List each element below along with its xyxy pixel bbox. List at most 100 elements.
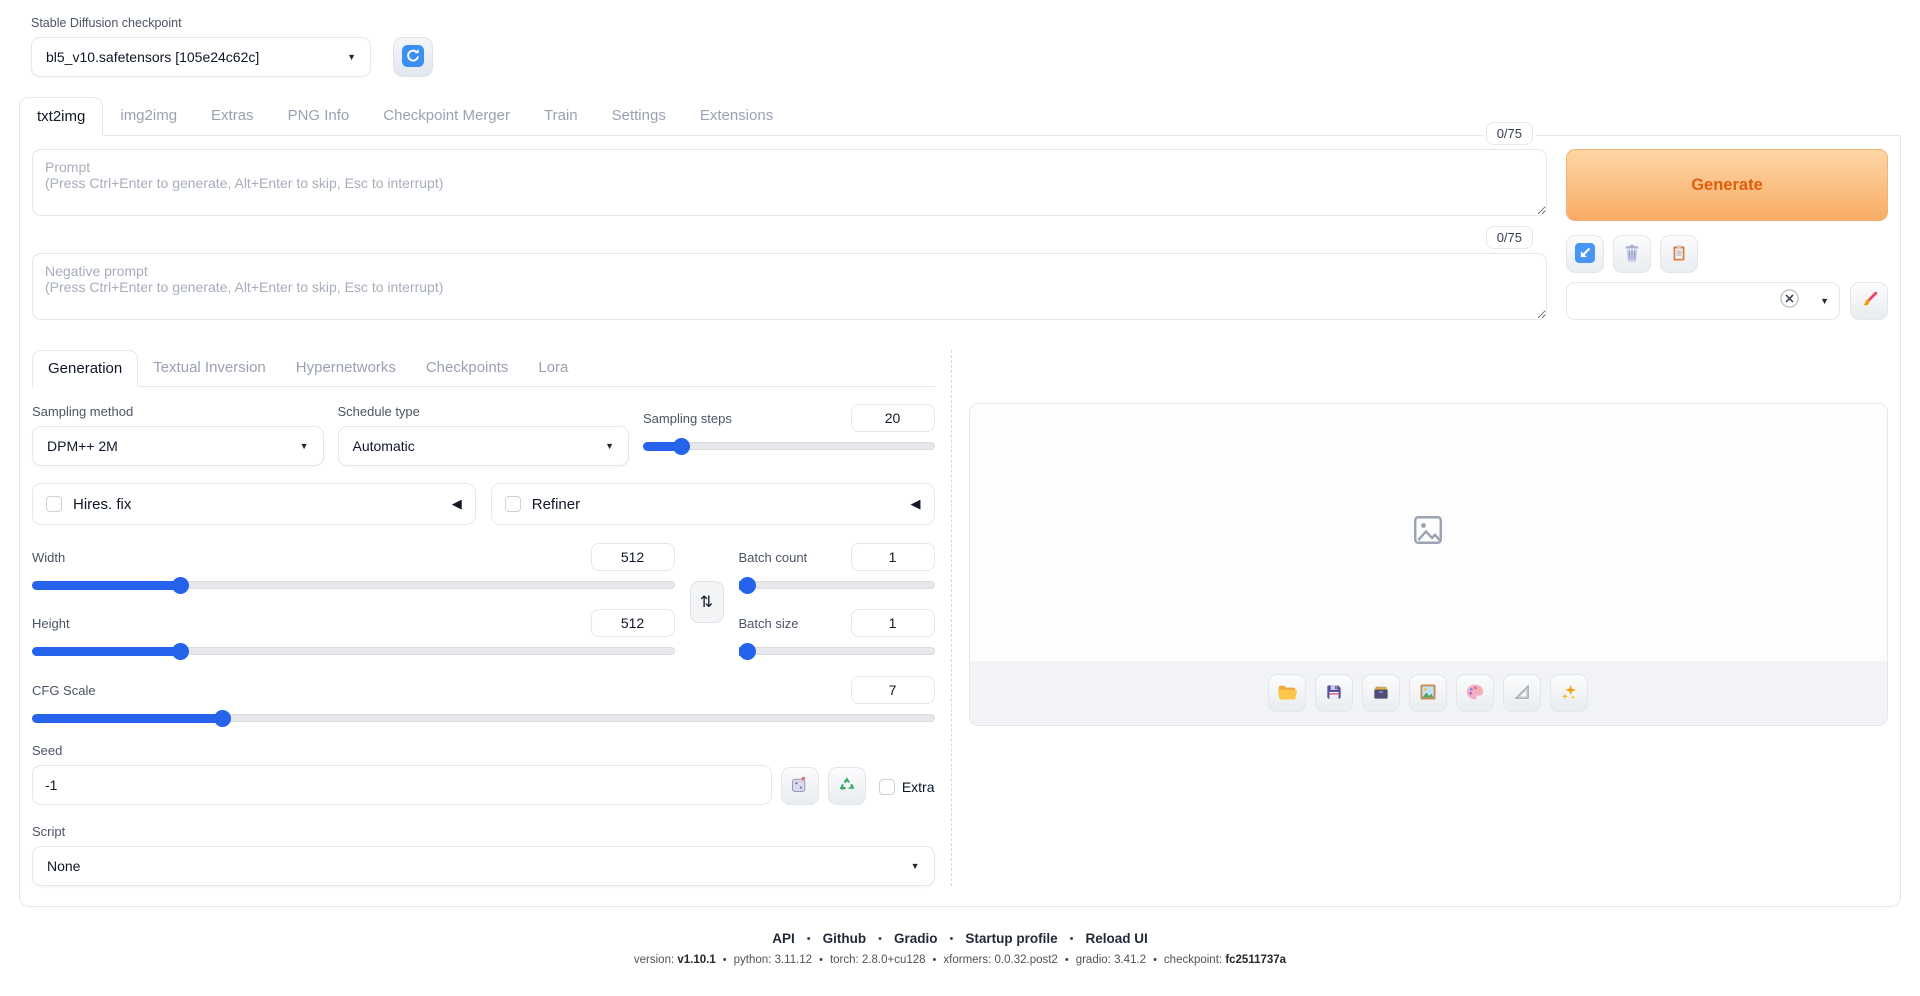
palette-icon <box>1464 681 1486 706</box>
height-input[interactable] <box>591 609 675 637</box>
batch-count-label: Batch count <box>739 550 808 565</box>
upscale-button[interactable] <box>1550 674 1588 712</box>
hires-fix-checkbox[interactable] <box>46 496 62 512</box>
generate-button[interactable]: Generate <box>1566 149 1888 221</box>
refresh-icon <box>402 45 424 70</box>
tab-extras[interactable]: Extras <box>194 97 271 135</box>
tab-train[interactable]: Train <box>527 97 595 135</box>
apply-styles-button[interactable] <box>1660 235 1698 273</box>
cfg-scale-field: CFG Scale <box>32 676 935 727</box>
footer-link-api[interactable]: API <box>772 931 795 946</box>
clipboard-icon <box>1669 243 1689 266</box>
subtab-hypernetworks[interactable]: Hypernetworks <box>281 350 411 386</box>
tab-img2img[interactable]: img2img <box>103 97 194 135</box>
script-value: None <box>47 858 80 874</box>
result-panel <box>969 403 1889 726</box>
paste-params-button[interactable] <box>1566 235 1604 273</box>
reuse-seed-button[interactable] <box>828 767 866 805</box>
swap-dimensions-button[interactable]: ⇅ <box>690 581 724 623</box>
hires-fix-accordion[interactable]: Hires. fix ◀ <box>32 483 476 525</box>
height-slider[interactable] <box>32 643 675 660</box>
extra-seed-toggle[interactable]: Extra <box>879 779 935 795</box>
checkpoint-dropdown[interactable]: bl5_v10.safetensors [105e24c62c] ▼ <box>31 37 371 77</box>
accordion-arrow-icon: ◀ <box>452 496 462 512</box>
recycle-icon <box>837 775 857 798</box>
clear-prompt-button[interactable] <box>1613 235 1651 273</box>
schedule-type-field: Schedule type Automatic ▼ <box>338 404 630 466</box>
send-to-inpaint-button[interactable] <box>1456 674 1494 712</box>
width-input[interactable] <box>591 543 675 571</box>
arrow-down-left-icon <box>1575 243 1595 266</box>
batch-size-slider[interactable] <box>739 643 935 660</box>
dice-icon <box>789 774 810 798</box>
prompt-token-counter: 0/75 <box>1486 122 1533 145</box>
floppy-disk-icon <box>1324 682 1344 705</box>
tab-png-info[interactable]: PNG Info <box>271 97 367 135</box>
sampling-method-field: Sampling method DPM++ 2M ▼ <box>32 404 324 466</box>
batch-size-input[interactable] <box>851 609 935 637</box>
tab-extensions[interactable]: Extensions <box>683 97 790 135</box>
tab-txt2img[interactable]: txt2img <box>19 97 103 136</box>
footer-link-reload-ui[interactable]: Reload UI <box>1085 931 1147 946</box>
send-to-extras-button[interactable] <box>1503 674 1541 712</box>
extra-seed-checkbox[interactable] <box>879 779 895 795</box>
edit-styles-button[interactable] <box>1850 282 1888 320</box>
txt2img-panel: 0/75 0/75 Generate <box>19 136 1901 907</box>
checkpoint-label: Stable Diffusion checkpoint <box>31 16 1901 30</box>
refiner-accordion[interactable]: Refiner ◀ <box>491 483 935 525</box>
batch-count-input[interactable] <box>851 543 935 571</box>
prompt-input[interactable] <box>32 149 1547 216</box>
batch-fields: Batch count Batch size <box>739 543 935 660</box>
paintbrush-icon <box>1858 289 1880 314</box>
subtab-checkpoints[interactable]: Checkpoints <box>411 350 524 386</box>
schedule-type-dropdown[interactable]: Automatic ▼ <box>338 426 630 466</box>
random-seed-button[interactable] <box>781 767 819 805</box>
sampling-method-value: DPM++ 2M <box>47 438 118 454</box>
sampling-method-dropdown[interactable]: DPM++ 2M ▼ <box>32 426 324 466</box>
sampling-steps-slider[interactable] <box>643 438 935 455</box>
chevron-down-icon: ▼ <box>605 441 614 451</box>
generation-subtabs: Generation Textual Inversion Hypernetwor… <box>32 350 935 387</box>
cfg-scale-slider[interactable] <box>32 710 935 727</box>
generation-settings-column: Generation Textual Inversion Hypernetwor… <box>32 350 952 886</box>
seed-input[interactable] <box>32 765 772 805</box>
footer-link-github[interactable]: Github <box>823 931 867 946</box>
schedule-type-value: Automatic <box>353 438 415 454</box>
batch-count-slider[interactable] <box>739 577 935 594</box>
refiner-checkbox[interactable] <box>505 496 521 512</box>
size-fields: Width Height <box>32 543 675 660</box>
subtab-generation[interactable]: Generation <box>32 350 138 387</box>
folder-icon <box>1276 681 1298 706</box>
refresh-checkpoint-button[interactable] <box>393 37 433 77</box>
height-field: Height <box>32 609 675 660</box>
negative-prompt-token-counter: 0/75 <box>1486 226 1533 249</box>
extra-seed-label: Extra <box>902 779 935 795</box>
open-folder-button[interactable] <box>1268 674 1306 712</box>
script-field: Script None ▼ <box>32 824 935 886</box>
subtab-textual-inversion[interactable]: Textual Inversion <box>138 350 281 386</box>
send-to-img2img-button[interactable] <box>1409 674 1447 712</box>
seed-label: Seed <box>32 743 772 758</box>
width-field: Width <box>32 543 675 594</box>
chevron-down-icon: ▼ <box>911 861 920 871</box>
save-zip-button[interactable] <box>1362 674 1400 712</box>
script-dropdown[interactable]: None ▼ <box>32 846 935 886</box>
footer-link-startup-profile[interactable]: Startup profile <box>965 931 1057 946</box>
batch-size-field: Batch size <box>739 609 935 660</box>
save-image-button[interactable] <box>1315 674 1353 712</box>
negative-prompt-input[interactable] <box>32 253 1547 320</box>
sampling-steps-field: Sampling steps <box>643 404 935 466</box>
cfg-scale-input[interactable] <box>851 676 935 704</box>
styles-dropdown[interactable]: ▼ <box>1566 282 1840 320</box>
footer-link-gradio[interactable]: Gradio <box>894 931 938 946</box>
sampling-method-label: Sampling method <box>32 404 324 419</box>
version-line: version: v1.10.1 • python: 3.11.12 • tor… <box>19 954 1901 966</box>
height-label: Height <box>32 616 70 631</box>
swap-icon: ⇅ <box>700 592 713 612</box>
tab-settings[interactable]: Settings <box>595 97 683 135</box>
width-slider[interactable] <box>32 577 675 594</box>
tab-checkpoint-merger[interactable]: Checkpoint Merger <box>366 97 527 135</box>
clear-styles-icon[interactable] <box>1778 287 1801 315</box>
sampling-steps-input[interactable] <box>851 404 935 432</box>
subtab-lora[interactable]: Lora <box>523 350 583 386</box>
